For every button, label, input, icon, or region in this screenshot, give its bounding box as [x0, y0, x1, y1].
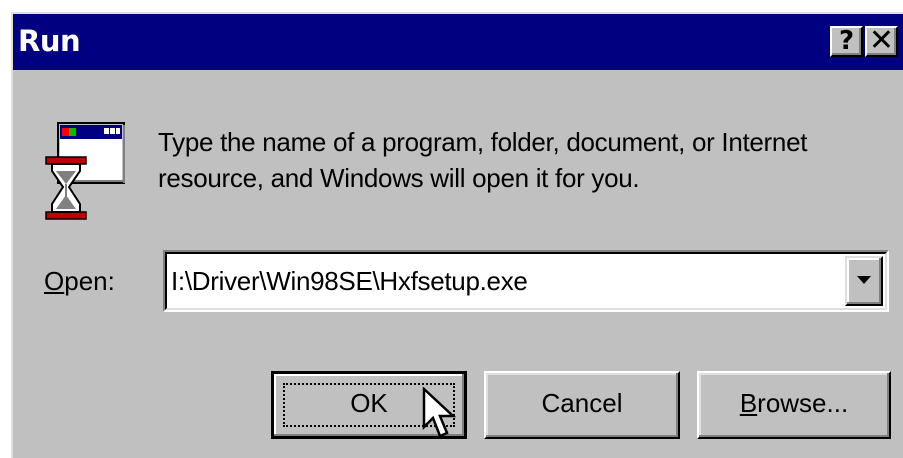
open-input-value[interactable]: I:\Driver\Win98SE\Hxfsetup.exe [171, 264, 528, 298]
run-hourglass-window-icon [45, 122, 125, 220]
ok-button-label: OK [350, 388, 388, 418]
browse-mnemonic: B [739, 388, 758, 418]
close-icon: ✕ [868, 23, 895, 58]
browse-button-label: Browse... [740, 388, 848, 418]
title-bar[interactable]: Run ? ✕ [13, 14, 903, 70]
open-input-area[interactable]: I:\Driver\Win98SE\Hxfsetup.exe [165, 252, 887, 310]
run-dialog: Run ? ✕ Type the name of a program, fold… [11, 12, 903, 458]
window-title: Run [18, 24, 81, 58]
help-icon: ? [838, 26, 855, 56]
open-label-mnemonic: O [44, 266, 65, 296]
browse-label-rest: rowse... [757, 388, 849, 418]
cancel-button-label: Cancel [541, 388, 623, 418]
dropdown-button[interactable] [845, 256, 883, 306]
open-combobox[interactable]: I:\Driver\Win98SE\Hxfsetup.exe [163, 250, 889, 312]
help-button[interactable]: ? [830, 26, 863, 57]
instruction-text: Type the name of a program, folder, docu… [158, 127, 808, 193]
ok-button[interactable]: OK [271, 371, 467, 439]
browse-button[interactable]: Browse... [697, 371, 891, 439]
cancel-button[interactable]: Cancel [484, 371, 680, 439]
chevron-down-icon [857, 276, 871, 284]
open-label: Open: [44, 264, 115, 298]
open-label-rest: pen: [64, 266, 115, 296]
close-button[interactable]: ✕ [865, 26, 898, 57]
